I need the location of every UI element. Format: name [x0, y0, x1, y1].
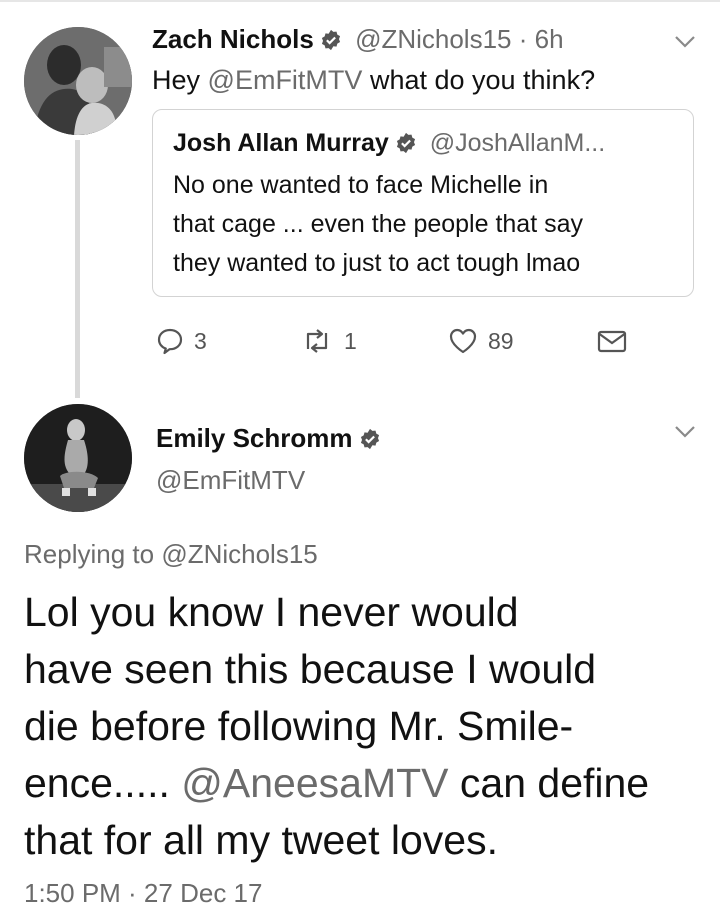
- body-line: die before following Mr. Smile-: [24, 703, 574, 749]
- mention-link[interactable]: @EmFitMTV: [208, 65, 363, 95]
- body-line: have seen this because I would: [24, 646, 597, 692]
- text-suffix: what do you think?: [362, 65, 596, 95]
- top-divider: [0, 0, 720, 2]
- tweet-timestamp[interactable]: 1:50 PM · 27 Dec 17: [24, 876, 262, 910]
- envelope-icon: [596, 327, 628, 355]
- tweet-menu-chevron-icon[interactable]: [673, 34, 697, 55]
- verified-badge-icon: [395, 129, 417, 154]
- body-line: ence..... @AneesaMTV can define: [24, 755, 649, 812]
- quote-line: they wanted to just to act tough lmao: [173, 249, 581, 277]
- person-squatting-avatar-icon: [24, 404, 132, 512]
- text-prefix: Hey: [152, 65, 208, 95]
- tweet-body-emily: Lol you know I never would have seen thi…: [24, 584, 649, 869]
- body-line4-suffix: can define: [448, 760, 650, 806]
- tweet-menu-chevron-icon[interactable]: [673, 424, 697, 445]
- direct-message-button[interactable]: [596, 324, 628, 358]
- tweet-header-emily: Emily Schromm: [156, 421, 381, 455]
- retweet-button[interactable]: 1: [300, 324, 357, 358]
- time-separator: ·: [518, 24, 528, 54]
- author-handle[interactable]: @EmFitMTV: [156, 463, 305, 497]
- replying-handle-link[interactable]: @ZNichols15: [161, 539, 317, 569]
- tweet-header-zach: Zach Nichols @ZNichols15 · 6h: [152, 22, 564, 56]
- author-handle[interactable]: @ZNichols15: [355, 24, 511, 54]
- quote-header: Josh Allan Murray @JoshAllanM...: [173, 126, 605, 160]
- body-line4-prefix: ence.....: [24, 760, 182, 806]
- quote-line: that cage ... even the people that say: [173, 210, 584, 238]
- time-ago[interactable]: 6h: [535, 24, 564, 54]
- author-name[interactable]: Zach Nichols: [152, 24, 314, 54]
- reply-icon: [156, 327, 184, 355]
- avatar-emily[interactable]: [24, 404, 132, 512]
- quote-line: No one wanted to face Michelle in: [173, 171, 549, 199]
- body-line: Lol you know I never would: [24, 589, 519, 635]
- person-holding-baby-avatar-icon: [24, 27, 132, 135]
- avatar-zach[interactable]: [24, 27, 132, 135]
- tweet-text-zach: Hey @EmFitMTV what do you think?: [152, 62, 595, 98]
- quoted-tweet-card[interactable]: Josh Allan Murray @JoshAllanM... No one …: [152, 109, 694, 297]
- reply-button[interactable]: 3: [156, 324, 207, 358]
- quote-author-name: Josh Allan Murray: [173, 129, 389, 157]
- body-line: that for all my tweet loves.: [24, 817, 498, 863]
- reply-count: 3: [194, 327, 207, 354]
- thread-line: [75, 140, 80, 398]
- author-name[interactable]: Emily Schromm: [156, 423, 353, 453]
- like-button[interactable]: 89: [448, 324, 514, 358]
- quote-text: No one wanted to face Michelle in that c…: [173, 166, 583, 283]
- mention-link[interactable]: @AneesaMTV: [181, 760, 448, 806]
- replying-to: Replying to @ZNichols15: [24, 537, 318, 571]
- heart-icon: [448, 327, 478, 355]
- replying-prefix: Replying to: [24, 539, 162, 569]
- like-count: 89: [488, 327, 514, 354]
- quote-author-handle: @JoshAllanM...: [429, 129, 606, 157]
- retweet-count: 1: [344, 327, 357, 354]
- verified-badge-icon: [359, 424, 381, 450]
- verified-badge-icon: [320, 25, 342, 51]
- retweet-icon: [300, 327, 334, 355]
